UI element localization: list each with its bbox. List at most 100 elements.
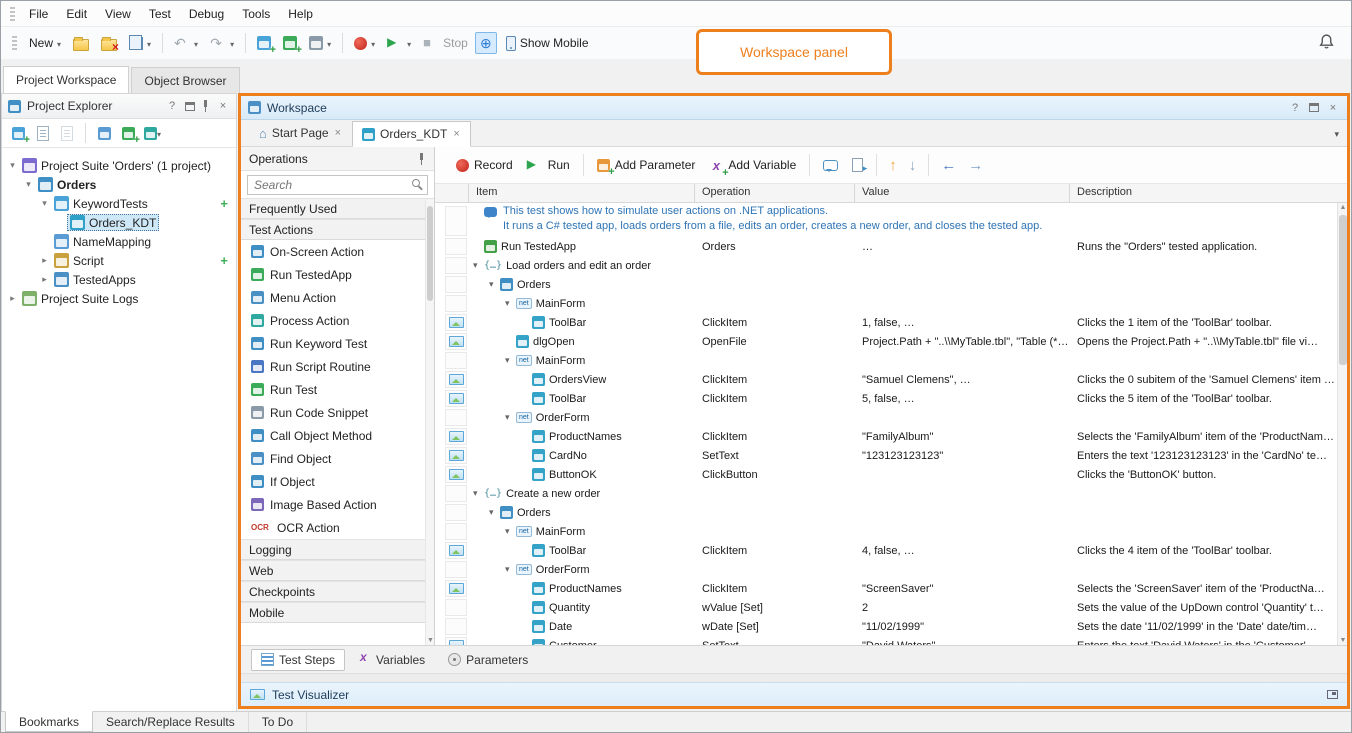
chevron-down-icon[interactable]: [230, 36, 234, 50]
tab-test-steps[interactable]: Test Steps: [251, 649, 345, 671]
tab-parameters[interactable]: Parameters: [438, 649, 538, 671]
toggle-comments-button[interactable]: [816, 156, 845, 175]
close-project-button[interactable]: [96, 31, 122, 56]
step-row[interactable]: dlgOpenOpenFileProject.Path + "..\\MyTab…: [435, 332, 1337, 351]
expand-arrow[interactable]: ▾: [505, 355, 516, 366]
help-icon[interactable]: ?: [165, 100, 179, 112]
step-row[interactable]: ToolBarClickItem5, false, …Clicks the 5 …: [435, 389, 1337, 408]
step-row[interactable]: ▾netMainForm: [435, 351, 1337, 370]
tab-list-dropdown-icon[interactable]: ▾: [1334, 129, 1339, 140]
tree-expand-arrow[interactable]: ▾: [6, 160, 19, 171]
operation-run-testedapp[interactable]: Run TestedApp: [241, 263, 434, 286]
expand-arrow[interactable]: ▾: [505, 526, 516, 537]
step-row[interactable]: QuantitywValue [Set]2Sets the value of t…: [435, 598, 1337, 617]
operation-run-script-routine[interactable]: Run Script Routine: [241, 355, 434, 378]
new-button[interactable]: New: [24, 31, 66, 56]
visualizer-cell[interactable]: [445, 542, 467, 559]
record-button[interactable]: Record: [449, 154, 520, 176]
float-window-icon[interactable]: [185, 102, 195, 111]
chevron-down-icon[interactable]: [147, 36, 151, 50]
close-tab-icon[interactable]: ×: [452, 128, 460, 140]
move-up-button[interactable]: ↑: [883, 157, 903, 174]
tree-expand-arrow[interactable]: ▾: [38, 198, 51, 209]
remove-item-button[interactable]: [57, 124, 76, 143]
tree-item-script[interactable]: ▸Script+: [2, 251, 236, 270]
add-variable-button[interactable]: xAdd Variable: [702, 154, 803, 177]
menu-file[interactable]: File: [20, 2, 57, 26]
visualizer-thumbnail-icon[interactable]: [449, 317, 464, 328]
expand-arrow[interactable]: ▾: [505, 564, 516, 575]
step-row[interactable]: ToolBarClickItem1, false, …Clicks the 1 …: [435, 313, 1337, 332]
menu-tools[interactable]: Tools: [233, 2, 279, 26]
redo-button[interactable]: [205, 31, 239, 56]
step-row[interactable]: ▾netOrderForm: [435, 408, 1337, 427]
run-button[interactable]: [382, 31, 416, 56]
step-row[interactable]: ProductNamesClickItem"ScreenSaver"Select…: [435, 579, 1337, 598]
object-spy-button[interactable]: [475, 32, 497, 54]
visualizer-thumbnail-icon[interactable]: [449, 640, 464, 645]
expand-arrow[interactable]: ▾: [489, 279, 500, 290]
tree-item-namemapping[interactable]: NameMapping: [2, 232, 236, 251]
operations-scrollbar[interactable]: ▼: [425, 200, 434, 645]
operation-run-code-snippet[interactable]: Run Code Snippet: [241, 401, 434, 424]
search-input[interactable]: [247, 175, 428, 195]
tree-expand-arrow[interactable]: ▸: [38, 274, 51, 285]
visualizer-cell[interactable]: [445, 447, 467, 464]
category-test-actions[interactable]: Test Actions: [241, 219, 434, 240]
chevron-down-icon[interactable]: [194, 36, 198, 50]
visualizer-cell[interactable]: [445, 390, 467, 407]
operation-process-action[interactable]: Process Action: [241, 309, 434, 332]
step-row[interactable]: DatewDate [Set]"11/02/1999"Sets the date…: [435, 617, 1337, 636]
visualizer-thumbnail-icon[interactable]: [449, 450, 464, 461]
options-button[interactable]: [304, 31, 336, 56]
chevron-down-icon[interactable]: [371, 36, 375, 50]
chevron-down-icon[interactable]: [57, 36, 61, 50]
expand-panel-icon[interactable]: [1327, 690, 1338, 699]
visualizer-cell[interactable]: [445, 428, 467, 445]
visualizer-thumbnail-icon[interactable]: [449, 393, 464, 404]
tree-item-orders-kdt[interactable]: Orders_KDT: [2, 213, 236, 232]
chevron-down-icon[interactable]: [327, 36, 331, 50]
help-icon[interactable]: ?: [1288, 102, 1302, 114]
menu-edit[interactable]: Edit: [57, 2, 96, 26]
close-tab-icon[interactable]: ×: [334, 127, 342, 139]
add-item-button[interactable]: +: [220, 253, 228, 268]
operation-menu-action[interactable]: Menu Action: [241, 286, 434, 309]
record-new-test-button[interactable]: [278, 31, 302, 56]
column-header-description[interactable]: Description: [1070, 184, 1337, 202]
tree-expand-arrow[interactable]: ▸: [6, 293, 19, 304]
step-row[interactable]: ButtonOKClickButtonClicks the 'ButtonOK'…: [435, 465, 1337, 484]
toggle-descriptions-button[interactable]: [845, 154, 870, 176]
category-web[interactable]: Web: [241, 560, 434, 581]
operation-ocr-action[interactable]: OCROCR Action: [241, 516, 434, 539]
visualizer-cell[interactable]: [445, 580, 467, 597]
tree-item-orders[interactable]: ▾Orders: [2, 175, 236, 194]
operation-call-object-method[interactable]: Call Object Method: [241, 424, 434, 447]
visualizer-cell[interactable]: [445, 333, 467, 350]
run-project-button[interactable]: [119, 124, 138, 143]
add-existing-item-button[interactable]: [33, 124, 52, 143]
tree-item-project-suite-logs[interactable]: ▸Project Suite Logs: [2, 289, 236, 308]
float-window-icon[interactable]: [1309, 103, 1319, 112]
run-button[interactable]: Run: [520, 153, 577, 177]
category-checkpoints[interactable]: Checkpoints: [241, 581, 434, 602]
visualizer-thumbnail-icon[interactable]: [449, 583, 464, 594]
scrollbar-thumb[interactable]: [1339, 215, 1347, 365]
column-header-item[interactable]: Item: [469, 184, 695, 202]
scroll-down-icon[interactable]: ▼: [1338, 637, 1348, 644]
menu-view[interactable]: View: [96, 2, 140, 26]
operation-run-test[interactable]: Run Test: [241, 378, 434, 401]
add-item-button[interactable]: +: [220, 196, 228, 211]
step-row[interactable]: OrdersViewClickItem"Samuel Clemens", …Cl…: [435, 370, 1337, 389]
add-new-item-button[interactable]: [9, 124, 28, 143]
visualizer-thumbnail-icon[interactable]: [449, 336, 464, 347]
tree-item-project-suite-orders-1-project[interactable]: ▾Project Suite 'Orders' (1 project): [2, 156, 236, 175]
tab-bookmarks[interactable]: Bookmarks: [5, 711, 93, 732]
tab-object-browser[interactable]: Object Browser: [131, 67, 239, 93]
visualizer-cell[interactable]: [445, 637, 467, 645]
visualizer-thumbnail-icon[interactable]: [449, 469, 464, 480]
menu-debug[interactable]: Debug: [180, 2, 233, 26]
open-button[interactable]: [68, 31, 94, 56]
close-icon[interactable]: ×: [216, 100, 230, 112]
tab-to-do[interactable]: To Do: [249, 712, 307, 732]
